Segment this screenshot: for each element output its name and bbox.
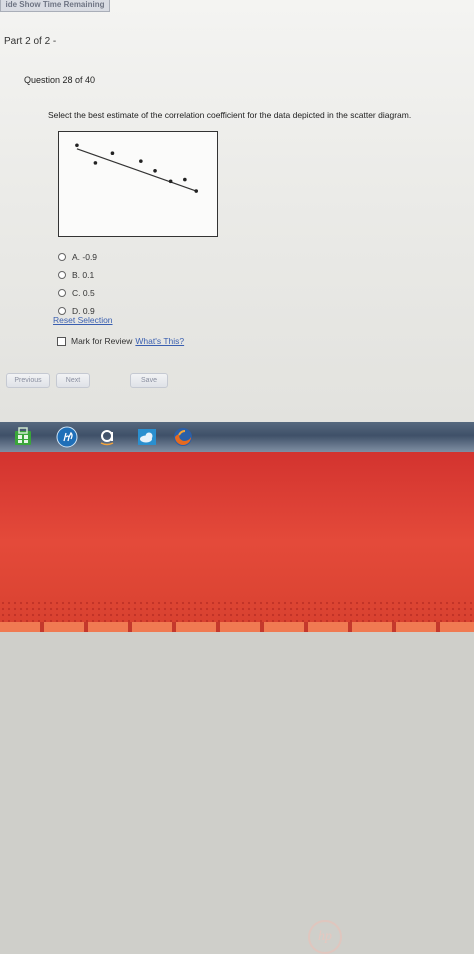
previous-button[interactable]: Previous <box>6 373 50 388</box>
option-b[interactable]: B. 0.1 <box>58 266 97 284</box>
keyboard-edge <box>0 622 474 632</box>
show-time-remaining-tab[interactable]: ide Show Time Remaining <box>0 0 110 12</box>
question-number: Question 28 of 40 <box>24 75 96 85</box>
option-a[interactable]: A. -0.9 <box>58 248 97 266</box>
option-a-radio[interactable] <box>58 253 66 261</box>
mark-for-review[interactable]: Mark for Review What's This? <box>57 336 184 346</box>
save-button[interactable]: Save <box>130 373 168 388</box>
weather-icon[interactable] <box>136 426 158 448</box>
scatter-point-8 <box>194 189 199 193</box>
option-c[interactable]: C. 0.5 <box>58 284 97 302</box>
option-c-label: C. 0.5 <box>72 288 95 298</box>
scatter-point-7 <box>183 177 187 182</box>
scatter-point-5 <box>153 169 157 173</box>
mark-for-review-checkbox[interactable] <box>57 336 66 346</box>
store-icon[interactable] <box>12 426 34 448</box>
next-button[interactable]: Next <box>56 373 90 388</box>
scatter-point-3 <box>110 151 115 155</box>
reset-selection-link[interactable]: Reset Selection <box>53 315 113 325</box>
hp-logo-icon: hp <box>308 920 342 954</box>
scatter-diagram <box>58 131 218 237</box>
scatter-point-4 <box>139 159 143 163</box>
taskbar <box>0 422 474 452</box>
amazon-icon[interactable] <box>96 426 118 448</box>
scatter-point-2 <box>93 161 98 165</box>
answer-options: A. -0.9 B. 0.1 C. 0.5 D. 0.9 <box>58 248 97 320</box>
option-b-radio[interactable] <box>58 271 66 279</box>
mark-for-review-label: Mark for Review <box>71 336 133 346</box>
part-indicator: Part 2 of 2 - <box>4 36 57 47</box>
question-prompt: Select the best estimate of the correlat… <box>48 110 412 120</box>
trend-line <box>76 148 197 192</box>
hp-icon[interactable] <box>56 426 78 448</box>
option-a-label: A. -0.9 <box>72 252 98 262</box>
scatter-plot-svg <box>75 143 199 193</box>
quiz-screen: ide Show Time Remaining Part 2 of 2 - Qu… <box>0 0 474 425</box>
firefox-icon[interactable] <box>172 426 194 448</box>
whats-this-link[interactable]: What's This? <box>135 336 184 346</box>
option-b-label: B. 0.1 <box>72 270 95 280</box>
scatter-point-1 <box>75 143 79 148</box>
scatter-point-6 <box>168 179 173 184</box>
option-c-radio[interactable] <box>58 289 66 297</box>
option-d-radio[interactable] <box>58 307 66 315</box>
